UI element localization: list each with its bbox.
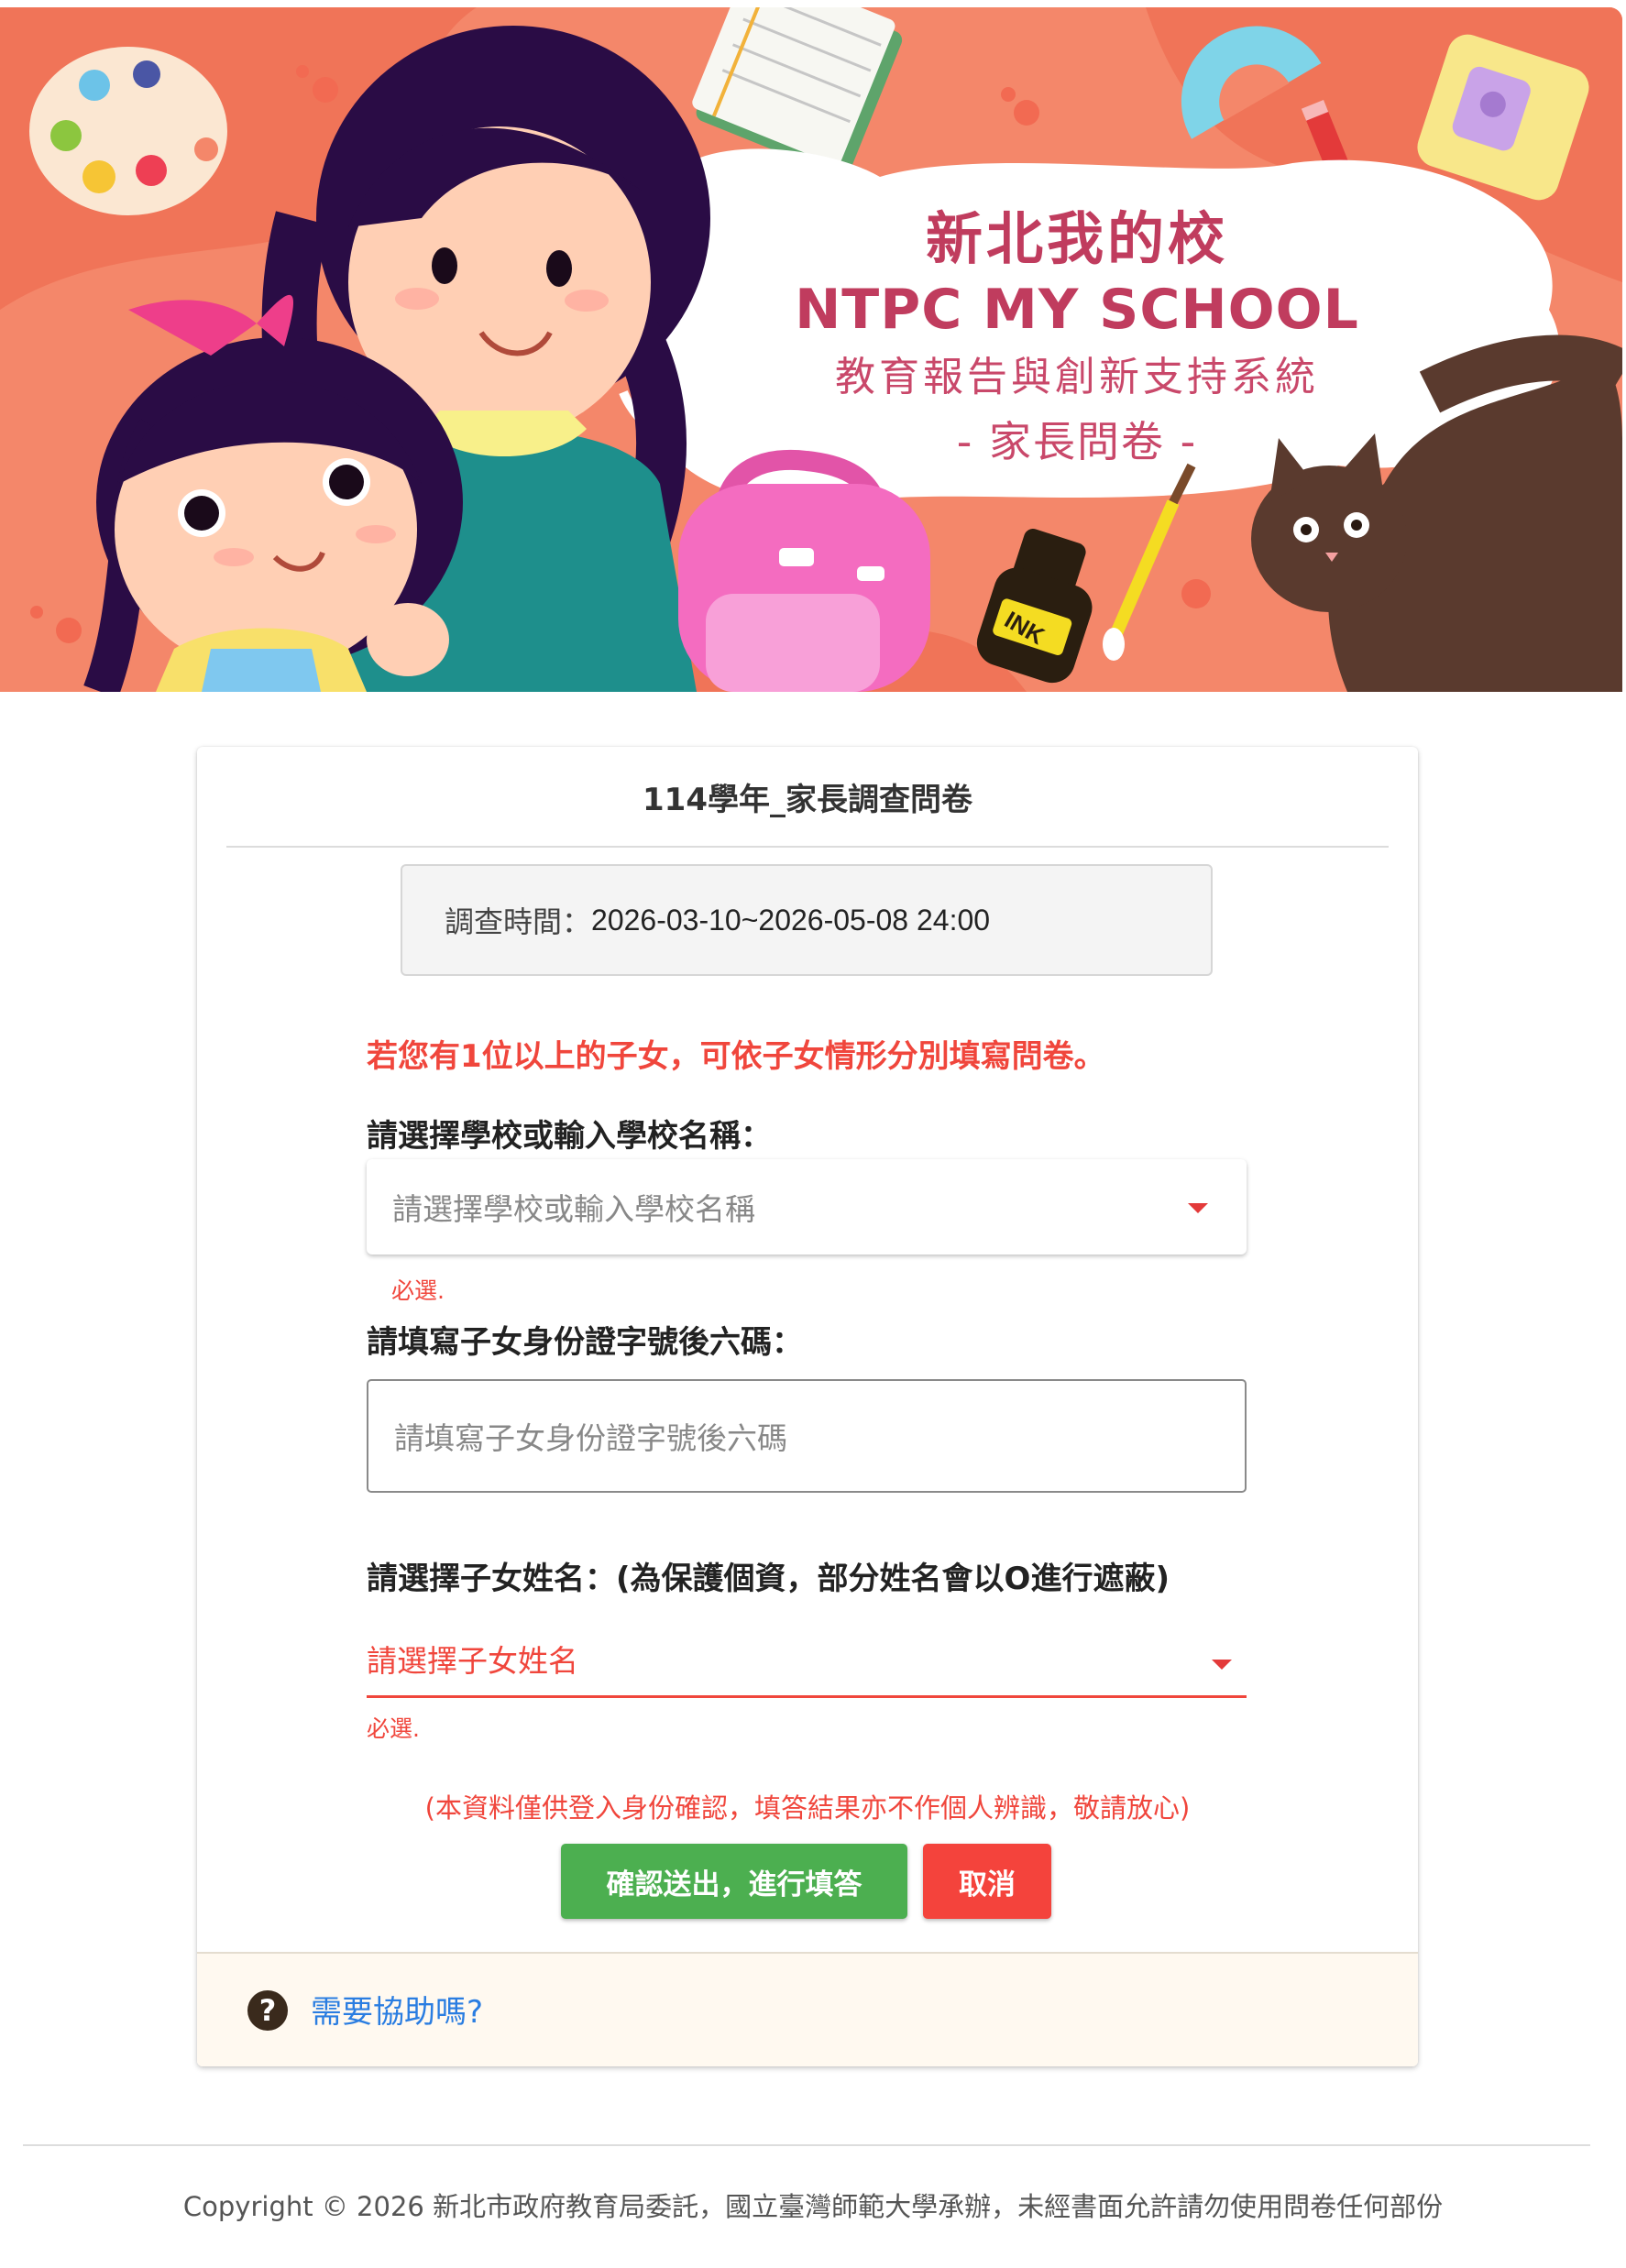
child-name-label: 請選擇子女姓名：(為保護個資，部分姓名會以O進行遮蔽): [367, 1561, 1170, 1597]
id-input-placeholder: 請填寫子女身份證字號後六碼: [394, 1420, 787, 1456]
banner-subtitle-survey: - 家長問卷 -: [956, 417, 1198, 466]
privacy-note: (本資料僅供登入身份確認，填答結果亦不作個人辨識，敬請放心): [424, 1792, 1191, 1824]
period-label: 調查時間：: [445, 904, 592, 939]
school-select[interactable]: 請選擇學校或輸入學校名稱: [367, 1159, 1247, 1255]
backpack-illustration: [678, 449, 930, 692]
confirm-submit-button[interactable]: 確認送出，進行填答: [561, 1844, 907, 1919]
title-divider: [226, 846, 1389, 848]
survey-title: 114學年_家長調查問卷: [643, 782, 972, 818]
help-link[interactable]: 需要協助嗎?: [311, 1987, 483, 2032]
child-name-placeholder: 請選擇子女姓名: [367, 1643, 578, 1679]
id-label: 請填寫子女身份證字號後六碼：: [367, 1324, 803, 1361]
id-last-six-input[interactable]: 請填寫子女身份證字號後六碼: [367, 1379, 1247, 1493]
chevron-down-icon: [1212, 1660, 1232, 1670]
school-label: 請選擇學校或輸入學校名稱：: [367, 1118, 772, 1155]
multiple-children-notice: 若您有1位以上的子女，可依子女情形分別填寫問卷。: [367, 1038, 1105, 1075]
cancel-button[interactable]: 取消: [923, 1844, 1051, 1919]
period-value: 2026-03-10~2026-05-08 24:00: [591, 903, 991, 937]
banner-title-zh: 新北我的校: [925, 205, 1228, 272]
banner-subtitle: 教育報告與創新支持系統: [835, 354, 1319, 400]
child-name-select[interactable]: 請選擇子女姓名: [367, 1634, 1247, 1698]
banner-title-en: NTPC MY SCHOOL: [795, 278, 1359, 342]
survey-login-card: 114學年_家長調查問卷 調查時間： 2026-03-10~2026-05-08 …: [197, 747, 1418, 2066]
child-required-hint: 必選.: [367, 1715, 420, 1742]
school-required-hint: 必選.: [391, 1277, 445, 1304]
help-section: ? 需要協助嗎?: [197, 1952, 1418, 2066]
footer-divider: [23, 2144, 1590, 2146]
chevron-down-icon: [1188, 1203, 1208, 1213]
question-circle-icon: ?: [247, 1990, 288, 2031]
palette-icon: [29, 47, 227, 215]
header-banner: INK 新北我的校 NTPC MY SCHOOL 教育報告與創新支持系統 - 家…: [0, 7, 1622, 692]
footer-copyright: Copyright © 2026 新北市政府教育局委託，國立臺灣師範大學承辦，未…: [182, 2191, 1444, 2222]
banner-title-block: 新北我的校 NTPC MY SCHOOL 教育報告與創新支持系統 - 家長問卷 …: [697, 204, 1457, 474]
survey-period-box: 調查時間： 2026-03-10~2026-05-08 24:00: [401, 864, 1213, 976]
school-select-placeholder: 請選擇學校或輸入學校名稱: [392, 1191, 755, 1227]
